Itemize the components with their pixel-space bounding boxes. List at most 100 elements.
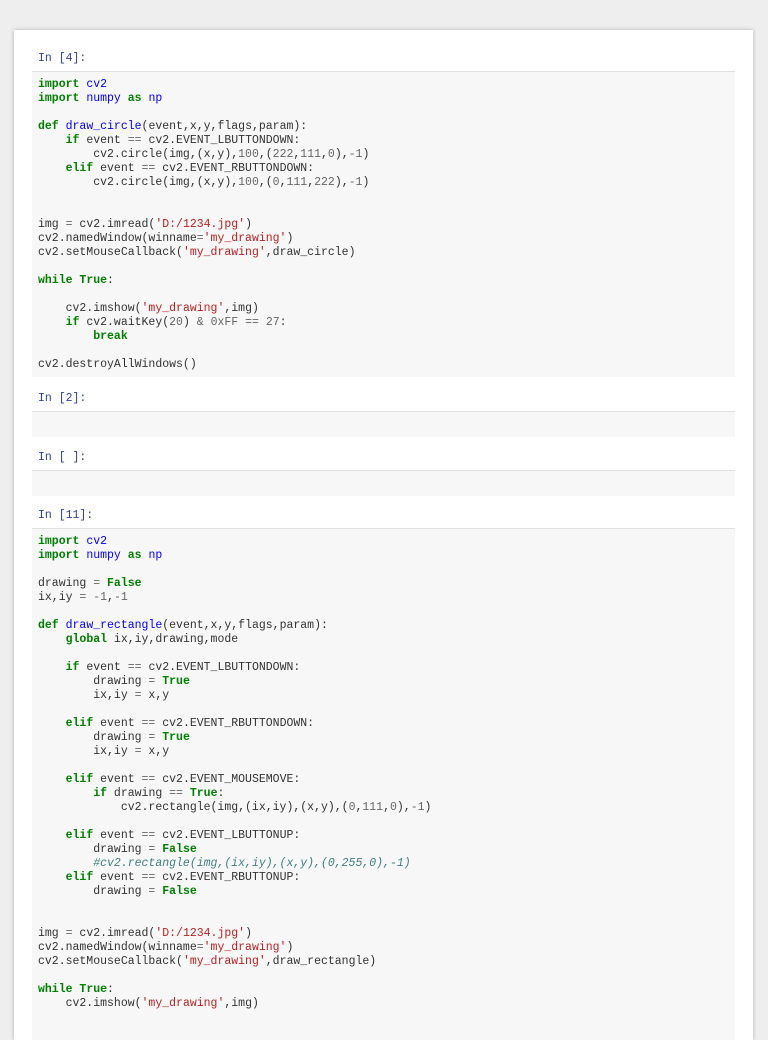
code-line: if cv2.waitKey(20) & 0xFF == 27: <box>38 316 369 330</box>
code-token: = <box>65 218 73 231</box>
code-token: == <box>141 717 156 730</box>
code-token: cv2.imread( <box>72 218 156 231</box>
code-line: while True: <box>38 274 369 288</box>
cell-input[interactable] <box>32 411 735 437</box>
code-token: ) <box>245 218 252 231</box>
code-line: if drawing == True: <box>38 787 431 801</box>
code-token: cv2.EVENT_LBUTTONUP: <box>155 829 301 842</box>
code-token: False <box>107 577 142 590</box>
code-token: ), <box>396 801 411 814</box>
code-token: drawing <box>38 885 149 898</box>
code-token: np <box>148 549 163 562</box>
code-block: import cv2 import numpy as np def draw_cir… <box>38 78 369 372</box>
code-token: 111 <box>286 176 308 189</box>
code-token: , <box>383 801 390 814</box>
code-token: 222 <box>272 148 294 161</box>
code-token: cv2.EVENT_LBUTTONDOWN: <box>141 134 301 147</box>
code-token: drawing <box>38 675 149 688</box>
code-token: as <box>127 549 142 562</box>
code-token: 222 <box>314 176 335 189</box>
code-token: drawing <box>38 843 149 856</box>
code-line: cv2.setMouseCallback('my_drawing',draw_c… <box>38 246 369 260</box>
code-token: drawing <box>107 787 170 800</box>
code-token: : <box>107 983 114 996</box>
code-token: as <box>127 92 142 105</box>
code-token: ), <box>334 148 349 161</box>
code-token: event <box>79 661 128 674</box>
code-line: import cv2 <box>38 535 431 549</box>
code-token: while <box>38 274 73 287</box>
code-token: cv2.circle(img,(x,y), <box>38 176 239 189</box>
code-token: x,y <box>141 689 170 702</box>
code-token: (event,x,y,flags,param): <box>141 120 308 133</box>
code-token: 1 <box>417 801 425 814</box>
code-token: ) <box>286 232 294 245</box>
code-token: 'D:/1234.jpg' <box>155 218 246 231</box>
code-token: ,draw_rectangle) <box>265 955 377 968</box>
code-token: 0xFF <box>210 316 239 329</box>
code-token: if <box>65 316 80 329</box>
code-token: ,img) <box>224 302 259 315</box>
code-line: while True: <box>38 983 431 997</box>
code-token: 'my_drawing' <box>141 997 225 1010</box>
code-token: cv2.circle(img,(x,y), <box>38 148 239 161</box>
code-token: 'my_drawing' <box>203 232 287 245</box>
code-line: elif event == cv2.EVENT_RBUTTONDOWN: <box>38 717 431 731</box>
code-token: cv2.imshow( <box>38 302 142 315</box>
code-line: cv2.setMouseCallback('my_drawing',draw_r… <box>38 955 431 969</box>
code-token: elif <box>65 829 94 842</box>
code-line: elif event == cv2.EVENT_LBUTTONUP: <box>38 829 431 843</box>
code-token: cv2.rectangle(img,(ix,iy),(x,y),( <box>38 801 349 814</box>
code-token: event <box>93 871 142 884</box>
code-block: import cv2 import numpy as np drawing = Fa… <box>38 535 431 1011</box>
code-token: 27 <box>265 316 280 329</box>
code-token: event <box>93 773 142 786</box>
code-token: 'D:/1234.jpg' <box>155 927 246 940</box>
cell-input[interactable]: import cv2 import numpy as np drawing = Fa… <box>32 528 735 1040</box>
code-token: event <box>93 829 142 842</box>
code-token: cv2.EVENT_MOUSEMOVE: <box>155 773 301 786</box>
code-token: - <box>113 591 121 604</box>
code-token: True <box>189 787 218 800</box>
code-line: drawing = False <box>38 885 431 899</box>
code-token: elif <box>65 871 94 884</box>
code-token: global <box>65 633 108 646</box>
code-token: cv2.setMouseCallback( <box>38 955 183 968</box>
code-token: 0 <box>390 801 397 814</box>
code-token: False <box>162 885 197 898</box>
code-line: elif event == cv2.EVENT_MOUSEMOVE: <box>38 773 431 787</box>
cell-input[interactable] <box>32 470 735 496</box>
code-line: def draw_rectangle(event,x,y,flags,param… <box>38 619 431 633</box>
cell-prompt: In [ ]: <box>38 451 87 464</box>
code-token: ) <box>245 927 252 940</box>
cell-input[interactable]: import cv2 import numpy as np def draw_cir… <box>32 71 735 377</box>
code-token: = <box>134 745 142 758</box>
code-token: 1 <box>120 591 128 604</box>
code-token: ) <box>424 801 432 814</box>
code-token: == <box>127 661 142 674</box>
code-token: numpy <box>86 549 121 562</box>
notebook: In [4]: import cv2 import numpy as np def … <box>14 30 753 1040</box>
code-token: event <box>93 162 142 175</box>
code-line: img = cv2.imread('D:/1234.jpg') <box>38 927 431 941</box>
cell-prompt: In [11]: <box>38 509 94 522</box>
